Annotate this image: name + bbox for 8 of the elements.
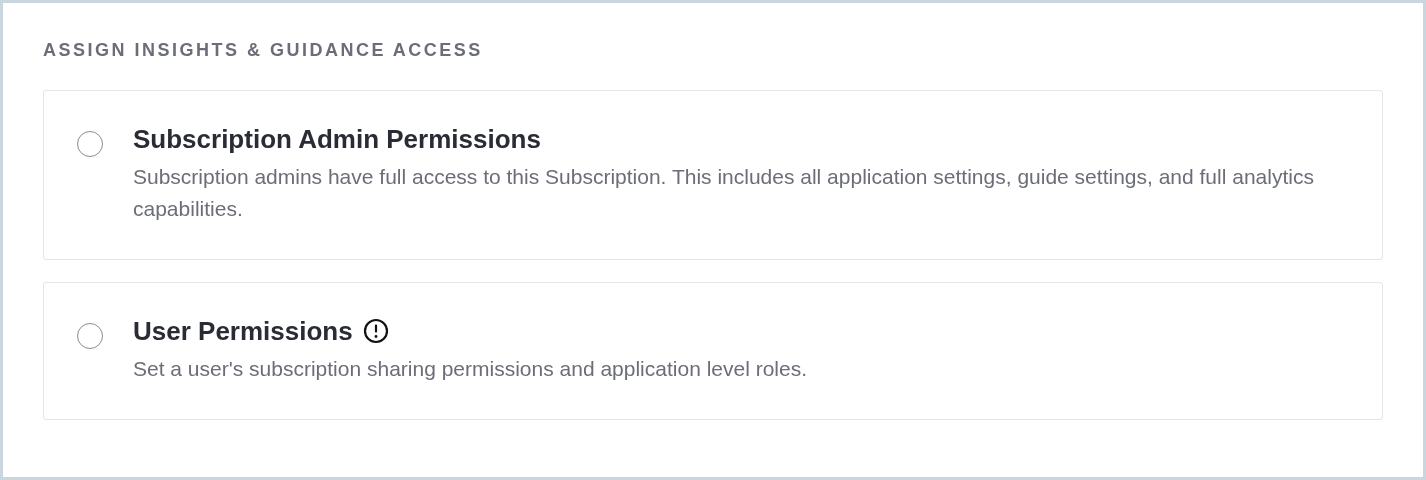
option-card[interactable]: Subscription Admin Permissions Subscription admins have full access to this Subscription. This includes all application settings, guide settings, and full analytics capabilities. bbox=[43, 90, 1383, 260]
section-title: ASSIGN INSIGHTS & GUIDANCE ACCESS bbox=[43, 39, 484, 62]
option-title: User Permissions bbox=[133, 315, 353, 348]
option-title: Subscription Admin Permissions bbox=[133, 123, 541, 156]
option-description: Set a user's subscription sharing permissions and application level roles. bbox=[133, 356, 808, 382]
info-icon[interactable] bbox=[362, 318, 389, 344]
option-description: Subscription admins have full access to this Subscription. This includes all application settings, guide settings, and full analytics capabilities. bbox=[133, 164, 1315, 222]
option-card[interactable]: User Permissions Set a user's subscription sharing permissions and application level roles. bbox=[43, 282, 1383, 420]
